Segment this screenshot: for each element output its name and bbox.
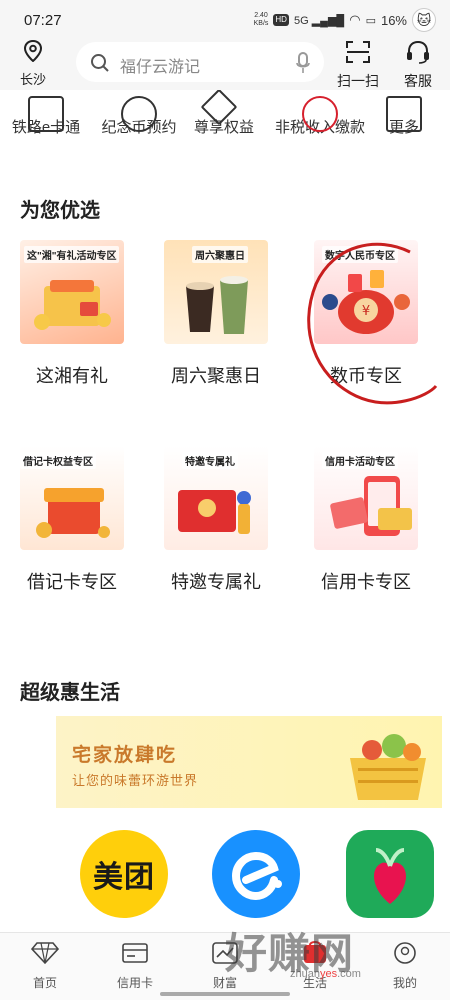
radish-icon <box>374 848 406 904</box>
top-bar: 长沙 福仔云游记 扫一扫 客服 <box>0 38 450 90</box>
user-icon <box>394 942 416 964</box>
location-label: 长沙 <box>19 72 46 87</box>
tab-label: 信用卡 <box>116 976 153 990</box>
promo-label: 信用卡专区 <box>321 572 411 592</box>
microphone-icon[interactable] <box>296 52 310 74</box>
signal-icon: 5G ▂▄▆█ <box>293 14 345 27</box>
drink-cups-graphic <box>186 276 248 334</box>
promo-image: 这"湘"有礼活动专区 <box>20 240 124 344</box>
card-icon <box>122 943 148 963</box>
home-indicator[interactable] <box>160 992 290 996</box>
battery-label: 16% <box>380 12 407 28</box>
grid-icon <box>386 96 422 132</box>
status-bar: 07:27 2.40 KB/s HD 5G ▂▄▆█ ◠ ▭ 16% 🐱 <box>0 0 450 38</box>
search-placeholder: 福仔云游记 <box>120 59 201 76</box>
eleme-app-icon[interactable] <box>212 830 300 918</box>
meituan-app-icon[interactable]: 美团 <box>80 830 168 918</box>
customer-service-button[interactable]: 客服 <box>394 40 442 91</box>
wifi-icon: ◠ <box>349 12 361 27</box>
promo-invited-gift[interactable]: 特邀专属礼 特邀专属礼 <box>164 446 268 592</box>
quick-item-privilege[interactable]: 尊享权益 <box>186 90 262 138</box>
coin-icon <box>121 96 157 132</box>
tab-credit-card[interactable]: 信用卡 <box>100 941 170 991</box>
food-basket-icon <box>350 734 426 800</box>
meituan-label: 美团 <box>93 861 155 894</box>
search-input[interactable]: 福仔云游记 <box>76 42 324 82</box>
red-envelope-graphic <box>178 490 251 534</box>
banner-subtitle: 让您的味蕾环游世界 <box>72 773 199 788</box>
tax-icon <box>302 96 338 132</box>
watermark-url: zhuanyes.com <box>290 968 361 980</box>
promo-credit-card[interactable]: 信用卡活动专区 信用卡专区 <box>314 446 418 592</box>
promo-saturday[interactable]: 周六聚惠日 周六聚惠日 <box>164 240 268 386</box>
quick-item-label: 尊享权益 <box>193 119 254 136</box>
promo-image: 特邀专属礼 <box>164 446 268 550</box>
scan-label: 扫一扫 <box>337 73 379 89</box>
section-title-preferred: 为您优选 <box>20 200 100 222</box>
quick-item-tax[interactable]: 非税收入缴款 <box>268 96 372 138</box>
promo-label: 借记卡专区 <box>27 572 117 592</box>
headset-icon <box>407 40 429 64</box>
red-circle-annotation-icon <box>307 242 438 405</box>
status-icons: 2.40 KB/s HD 5G ▂▄▆█ ◠ ▭ 16% 🐱 <box>254 8 436 32</box>
quick-menu: 铁路e卡通 纪念币预约 尊享权益 非税收入缴款 更多 <box>0 90 450 162</box>
section-title-life: 超级惠生活 <box>20 682 120 704</box>
promo-image: 信用卡活动专区 <box>314 446 418 550</box>
status-time: 07:27 <box>24 12 62 29</box>
gift-coins-graphic <box>34 280 111 330</box>
tab-mine[interactable]: 我的 <box>370 941 440 991</box>
promo-label: 这湘有礼 <box>36 366 108 386</box>
rail-card-icon <box>28 96 64 132</box>
location-pin-icon <box>23 39 43 63</box>
quick-item-more[interactable]: 更多 <box>378 96 430 138</box>
eleme-logo-icon <box>231 851 282 901</box>
tab-label: 首页 <box>32 976 57 990</box>
banner-title: 宅家放肆吃 <box>72 745 178 766</box>
scan-button[interactable]: 扫一扫 <box>334 40 382 91</box>
search-icon <box>91 54 109 72</box>
scan-icon <box>346 41 370 63</box>
cat-avatar-icon: 🐱 <box>412 8 436 32</box>
promo-image: 周六聚惠日 <box>164 240 268 344</box>
quick-item-coin[interactable]: 纪念币预约 <box>94 96 184 138</box>
service-label: 客服 <box>404 73 432 89</box>
treasure-box-graphic <box>36 488 110 538</box>
battery-icon: ▭ <box>365 14 376 27</box>
promo-label: 周六聚惠日 <box>171 366 261 386</box>
promo-xiang-gift[interactable]: 这"湘"有礼活动专区 这湘有礼 <box>20 240 124 386</box>
phone-card-graphic <box>330 476 412 536</box>
promo-label: 特邀专属礼 <box>171 572 261 592</box>
location-button[interactable]: 长沙 <box>14 39 52 88</box>
diamond-icon <box>30 942 60 965</box>
hd-icon: HD <box>273 14 289 26</box>
tab-label: 我的 <box>392 976 417 990</box>
tab-home[interactable]: 首页 <box>10 941 80 991</box>
promo-debit-card[interactable]: 借记卡权益专区 借记卡专区 <box>20 446 124 592</box>
food-banner[interactable]: 宅家放肆吃 让您的味蕾环游世界 <box>56 716 442 808</box>
promo-image: 借记卡权益专区 <box>20 446 124 550</box>
net-speed: 2.40 KB/s <box>253 12 269 27</box>
green-radish-app-icon[interactable] <box>346 830 434 918</box>
quick-item-rail-card[interactable]: 铁路e卡通 <box>6 96 86 138</box>
